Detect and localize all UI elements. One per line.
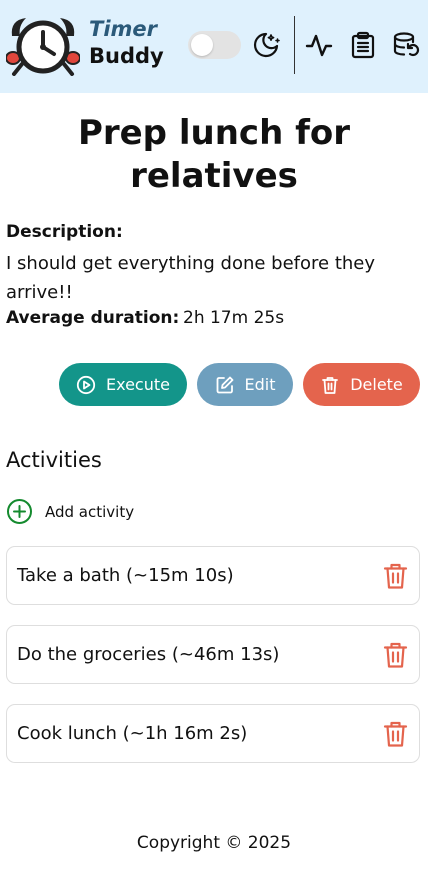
edit-button-label: Edit: [244, 375, 276, 394]
edit-button[interactable]: Edit: [197, 363, 293, 406]
execute-button-label: Execute: [106, 375, 170, 394]
delete-activity-icon[interactable]: [382, 562, 409, 590]
activities-heading: Activities: [6, 448, 102, 472]
clipboard-list-icon[interactable]: [349, 31, 377, 59]
header-divider: [294, 16, 295, 74]
description-text: I should get everything done before they…: [6, 253, 376, 303]
activity-item-label: Take a bath (~15m 10s): [17, 565, 234, 586]
toggle-knob: [191, 34, 213, 56]
activity-item-label: Do the groceries (~46m 13s): [17, 644, 280, 665]
plus-circle-icon: [7, 499, 32, 524]
delete-button[interactable]: Delete: [303, 363, 420, 406]
brand-name-line2: Buddy: [89, 44, 164, 68]
activity-item[interactable]: Do the groceries (~46m 13s): [6, 625, 420, 684]
page-title: Prep lunch for relatives: [77, 113, 351, 196]
activity-item-label: Cook lunch (~1h 16m 2s): [17, 723, 248, 744]
execute-button[interactable]: Execute: [59, 363, 187, 406]
play-circle-icon: [76, 375, 96, 394]
database-restore-icon[interactable]: [392, 31, 420, 59]
alarm-clock-logo[interactable]: [6, 14, 80, 76]
theme-toggle[interactable]: [188, 31, 241, 59]
activity-item[interactable]: Take a bath (~15m 10s): [6, 546, 420, 605]
add-activity-button[interactable]: Add activity: [6, 498, 134, 525]
copyright-footer: Copyright © 2025: [136, 833, 292, 853]
app-header: Timer Buddy: [0, 0, 428, 93]
brand-name-line1: Timer: [89, 17, 158, 41]
average-duration-label: Average duration:: [6, 308, 180, 328]
add-activity-label: Add activity: [45, 502, 135, 521]
moon-icon[interactable]: [252, 31, 280, 59]
trash-icon: [322, 376, 339, 394]
average-duration-value: 2h 17m 25s: [183, 308, 285, 328]
activity-pulse-icon[interactable]: [305, 31, 333, 59]
description-label: Description:: [6, 222, 123, 242]
delete-activity-icon[interactable]: [382, 641, 409, 669]
delete-button-label: Delete: [350, 375, 403, 394]
delete-activity-icon[interactable]: [382, 720, 409, 748]
activity-item[interactable]: Cook lunch (~1h 16m 2s): [6, 704, 420, 763]
edit-icon: [216, 376, 233, 393]
